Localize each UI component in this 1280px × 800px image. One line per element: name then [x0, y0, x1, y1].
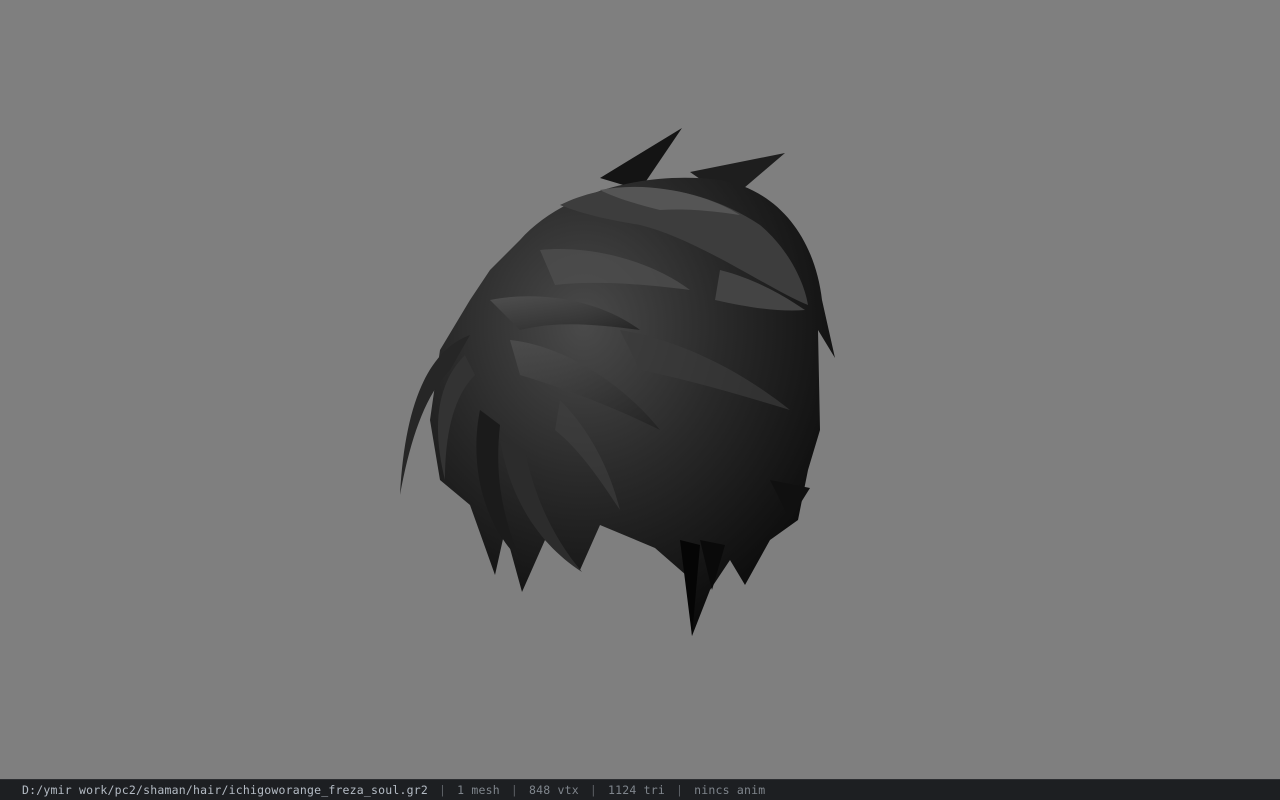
triangle-count: 1124 tri: [608, 783, 666, 797]
mesh-count: 1 mesh: [457, 783, 500, 797]
separator: |: [589, 783, 598, 797]
vertex-count: 848 vtx: [529, 783, 579, 797]
hair-model-render[interactable]: [0, 0, 1280, 779]
status-bar: D:/ymir work/pc2/shaman/hair/ichigoworan…: [0, 779, 1280, 800]
separator: |: [439, 783, 447, 797]
animation-status: nincs anim: [694, 783, 766, 797]
separator: |: [510, 783, 519, 797]
file-path: D:/ymir work/pc2/shaman/hair/ichigoworan…: [22, 783, 429, 797]
3d-viewport[interactable]: [0, 0, 1280, 779]
separator: |: [676, 783, 684, 797]
